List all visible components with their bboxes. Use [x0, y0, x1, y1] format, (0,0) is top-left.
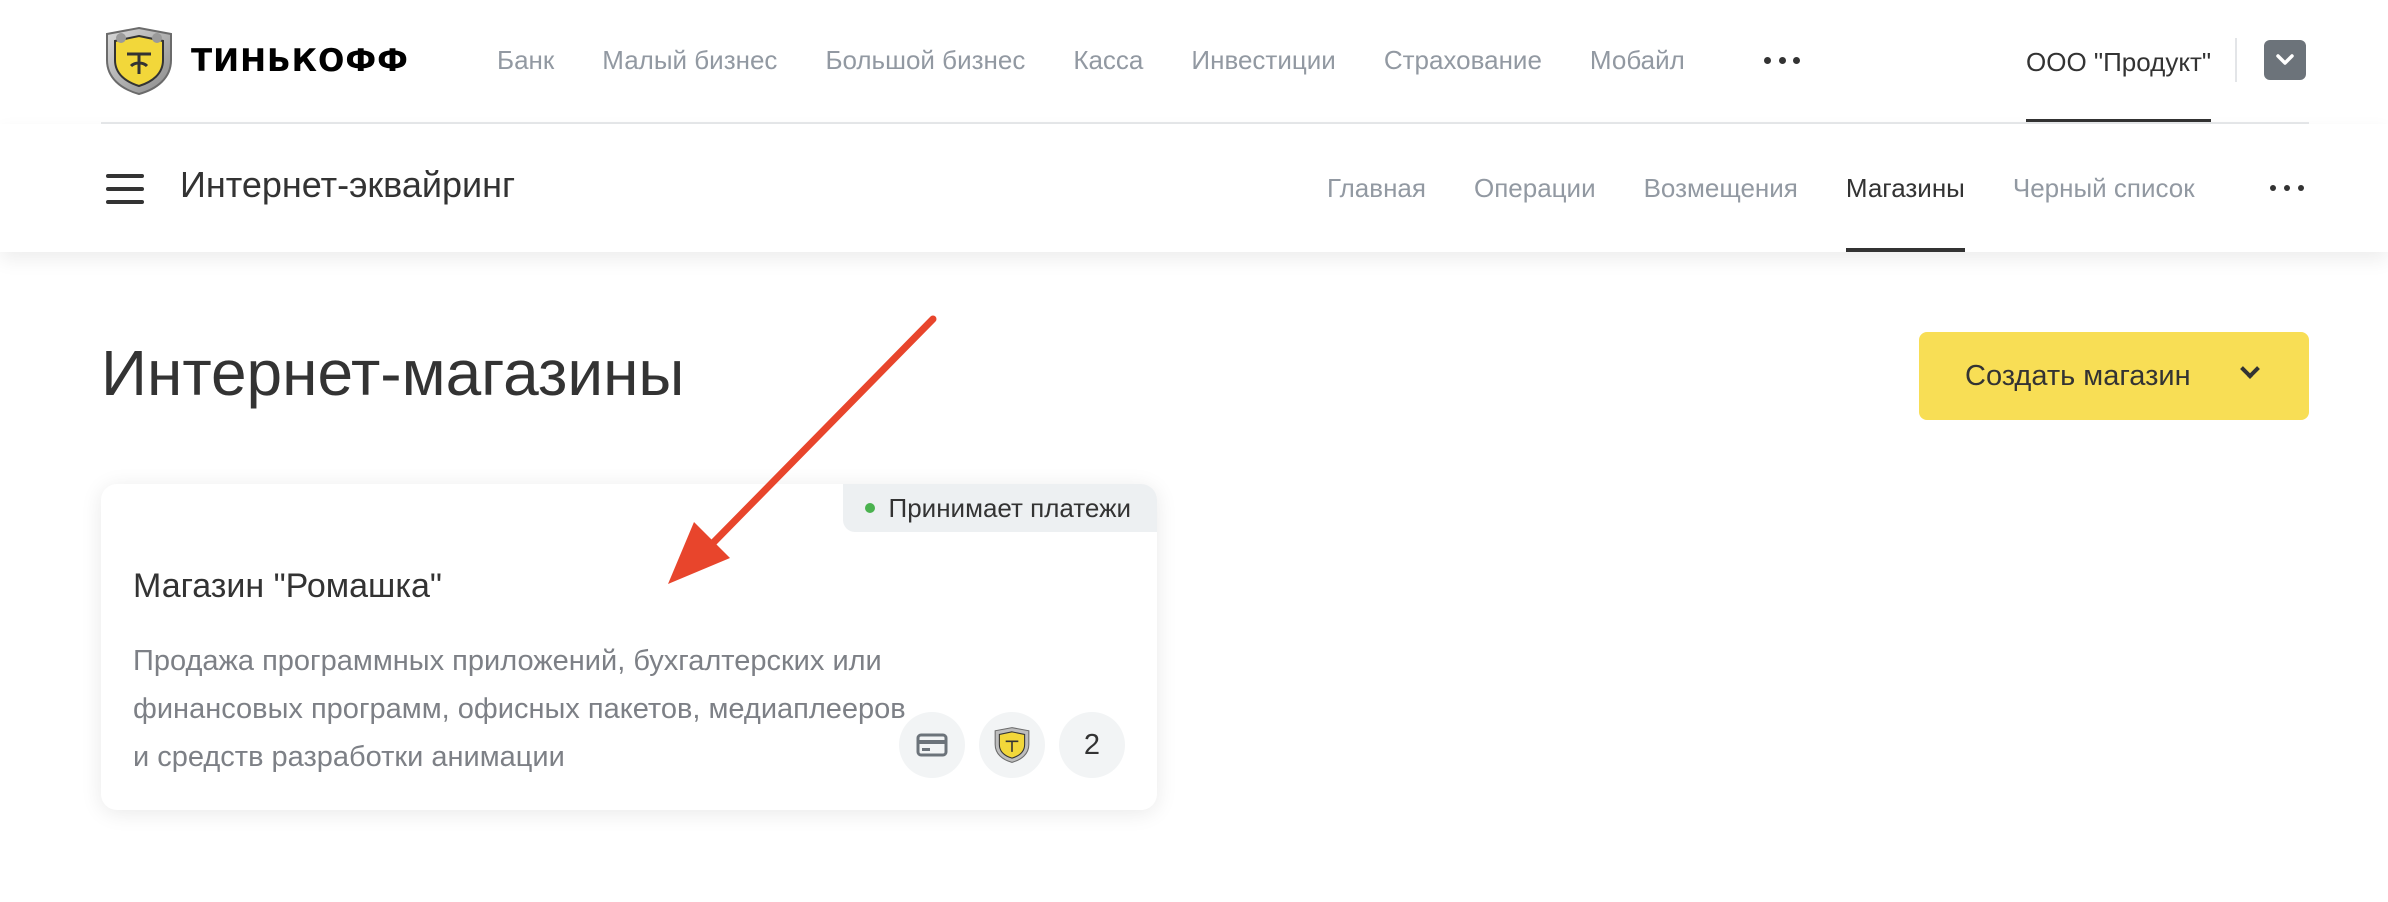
status-dot-icon: [864, 503, 875, 513]
shop-name[interactable]: Магазин "Ромашка": [133, 567, 442, 606]
more-dots-icon[interactable]: [1764, 50, 1800, 70]
chevron-down-icon: [2240, 359, 2260, 379]
tab-main[interactable]: Главная: [1327, 124, 1426, 252]
top-nav-item-bank[interactable]: Банк: [497, 45, 554, 76]
status-badge: Принимает платежи: [842, 484, 1157, 532]
status-badge-label: Принимает платежи: [888, 492, 1131, 523]
more-dots-icon[interactable]: [2270, 182, 2304, 194]
top-nav-item-kassa[interactable]: Касса: [1073, 45, 1143, 76]
top-nav-item-mobile[interactable]: Мобайл: [1590, 45, 1685, 76]
create-shop-button[interactable]: Создать магазин: [1919, 332, 2309, 420]
page-title: Интернет-магазины: [101, 337, 685, 409]
logo-text: ТИНЬКОФФ: [191, 43, 409, 79]
profile-menu-button[interactable]: [2264, 40, 2306, 80]
shop-description: Продажа программных приложений, бухгалте…: [133, 645, 906, 773]
tab-refunds[interactable]: Возмещения: [1644, 124, 1798, 252]
section-nav: Главная Операции Возмещения Магазины Чер…: [1327, 124, 2243, 252]
tab-shops[interactable]: Магазины: [1845, 124, 1965, 252]
extra-methods-count: 2: [1059, 712, 1125, 778]
section-title: Интернет-эквайринг: [180, 164, 516, 205]
hamburger-icon[interactable]: [106, 174, 144, 204]
top-nav-item-big-business[interactable]: Большой бизнес: [825, 45, 1025, 76]
create-shop-button-label: Создать магазин: [1965, 359, 2191, 392]
header-divider: [2235, 38, 2237, 82]
tab-blacklist[interactable]: Черный список: [2013, 124, 2195, 252]
payment-methods: 2: [885, 712, 1125, 778]
organization-link[interactable]: ООО "Продукт": [2026, 0, 2211, 124]
card-icon: [899, 712, 965, 778]
top-header: ТИНЬКОФФ Банк Малый бизнес Большой бизне…: [0, 0, 2388, 124]
tinkoff-emblem-icon: [106, 26, 172, 96]
top-nav-item-investments[interactable]: Инвестиции: [1191, 45, 1335, 76]
logo[interactable]: ТИНЬКОФФ: [101, 26, 409, 96]
top-nav-item-small-business[interactable]: Малый бизнес: [602, 45, 777, 76]
top-nav: Банк Малый бизнес Большой бизнес Касса И…: [497, 0, 1733, 120]
chevron-down-icon: [2276, 54, 2294, 65]
tab-operations[interactable]: Операции: [1474, 124, 1596, 252]
shop-card[interactable]: Принимает платежи Магазин "Ромашка" Прод…: [101, 484, 1157, 810]
tinkoff-emblem-icon: [979, 712, 1045, 778]
sub-header: Интернет-эквайринг Главная Операции Возм…: [0, 124, 2388, 252]
top-nav-item-insurance[interactable]: Страхование: [1384, 45, 1542, 76]
